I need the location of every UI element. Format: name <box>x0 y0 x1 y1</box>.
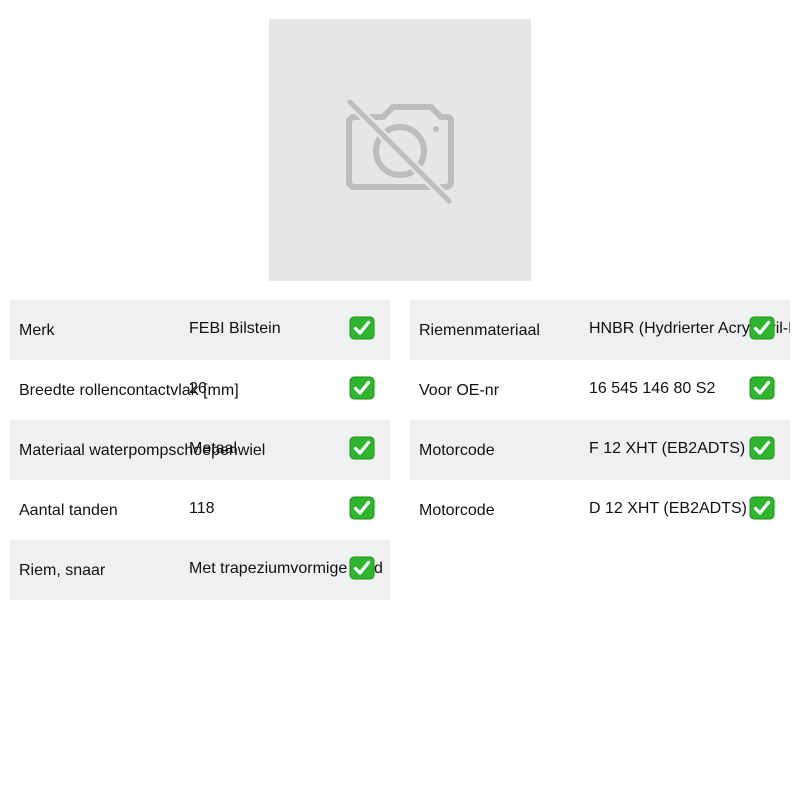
spec-row: Motorcode F 12 XHT (EB2ADTS) <box>410 420 790 480</box>
check-icon <box>749 316 775 340</box>
spec-row: Materiaal waterpompschoepenwiel Metaal <box>10 420 390 480</box>
spec-label: Riemenmateriaal <box>419 322 540 339</box>
spec-value: 16 545 146 80 S2 <box>589 380 716 397</box>
spec-label: Riem, snaar <box>19 562 106 579</box>
check-icon <box>349 556 375 580</box>
check-icon <box>349 376 375 400</box>
spec-value: 26 <box>189 380 207 397</box>
spec-label: Voor OE-nr <box>419 382 500 399</box>
check-icon <box>749 496 775 520</box>
spec-value: D 12 XHT (EB2ADTS) <box>589 500 747 517</box>
spec-row: Riemenmateriaal HNBR (Hydrierter Acrylni… <box>410 300 790 360</box>
spec-row: Motorcode D 12 XHT (EB2ADTS) <box>410 480 790 540</box>
spec-value: FEBI Bilstein <box>189 320 281 337</box>
check-icon <box>349 436 375 460</box>
product-image-placeholder <box>269 19 531 281</box>
specs-table-left: Merk FEBI Bilstein Breedte rollencontact… <box>10 300 390 600</box>
spec-label: Motorcode <box>419 442 495 459</box>
spec-label: Motorcode <box>419 502 495 519</box>
check-icon <box>749 376 775 400</box>
spec-value: F 12 XHT (EB2ADTS) <box>589 440 746 457</box>
spec-value: Metaal <box>189 440 238 457</box>
no-image-icon <box>345 97 454 206</box>
spec-row: Breedte rollencontactvlak [mm] 26 <box>10 360 390 420</box>
spec-row: Merk FEBI Bilstein <box>10 300 390 360</box>
spec-row: Riem, snaar Met trapeziumvormige tand <box>10 540 390 600</box>
spec-row: Aantal tanden 118 <box>10 480 390 540</box>
product-page: Merk FEBI Bilstein Breedte rollencontact… <box>0 0 800 800</box>
spec-label: Merk <box>19 322 55 339</box>
spec-label: Aantal tanden <box>19 502 118 519</box>
spec-value: 118 <box>189 500 215 517</box>
check-icon <box>749 436 775 460</box>
check-icon <box>349 496 375 520</box>
check-icon <box>349 316 375 340</box>
spec-row: Voor OE-nr 16 545 146 80 S2 <box>410 360 790 420</box>
specs-table-right: Riemenmateriaal HNBR (Hydrierter Acrylni… <box>410 300 790 540</box>
